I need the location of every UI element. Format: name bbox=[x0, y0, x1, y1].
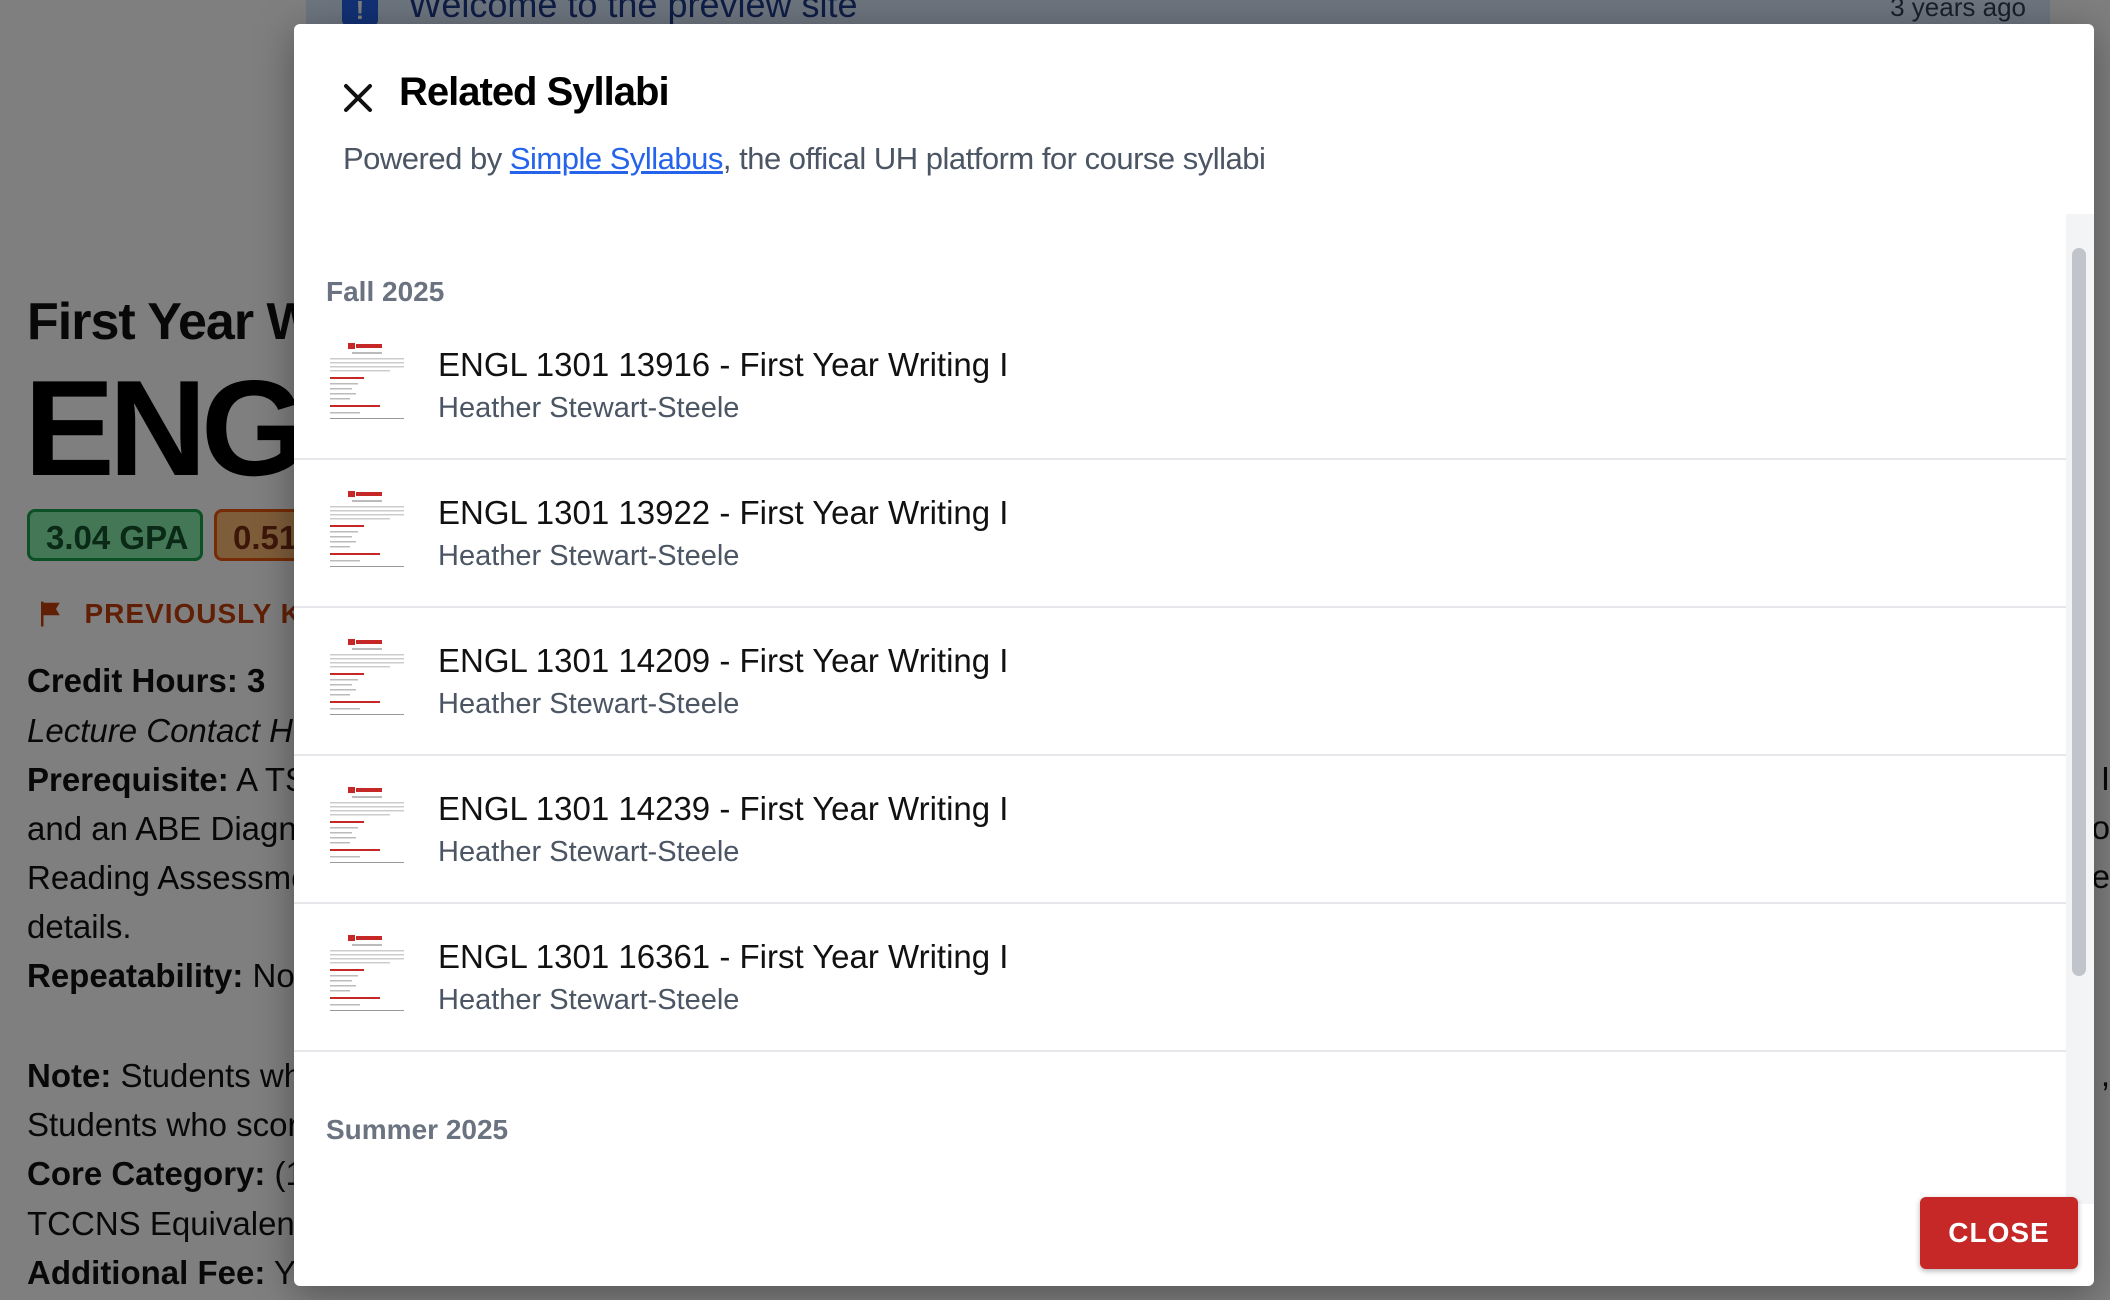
term-heading: Summer 2025 bbox=[326, 1114, 509, 1145]
syllabus-thumbnail-icon bbox=[326, 488, 408, 574]
syllabus-title: ENGL 1301 14239 - First Year Writing I bbox=[438, 790, 1009, 827]
syllabus-author: Heather Stewart-Steele bbox=[438, 984, 740, 1016]
syllabus-title: ENGL 1301 13922 - First Year Writing I bbox=[438, 494, 1009, 531]
syllabus-author: Heather Stewart-Steele bbox=[438, 836, 740, 868]
syllabus-title: ENGL 1301 16361 - First Year Writing I bbox=[438, 938, 1009, 975]
syllabus-item[interactable]: ENGL 1301 16361 - First Year Writing I H… bbox=[294, 904, 2066, 1052]
syllabus-item[interactable]: ENGL 1301 14239 - First Year Writing I H… bbox=[294, 756, 2066, 904]
syllabus-thumbnail-icon bbox=[326, 636, 408, 722]
close-icon[interactable] bbox=[338, 78, 378, 118]
syllabus-thumbnail-icon bbox=[326, 932, 408, 1018]
related-syllabi-dialog: Related Syllabi Powered by Simple Syllab… bbox=[294, 24, 2094, 1286]
syllabus-item[interactable]: ENGL 1301 13916 - First Year Writing I H… bbox=[294, 312, 2066, 460]
simple-syllabus-link[interactable]: Simple Syllabus bbox=[510, 141, 724, 176]
syllabus-title: ENGL 1301 13916 - First Year Writing I bbox=[438, 346, 1009, 383]
scrollbar-thumb[interactable] bbox=[2072, 248, 2086, 976]
syllabus-title: ENGL 1301 14209 - First Year Writing I bbox=[438, 642, 1009, 679]
syllabus-author: Heather Stewart-Steele bbox=[438, 688, 740, 720]
syllabus-thumbnail-icon bbox=[326, 784, 408, 870]
syllabus-author: Heather Stewart-Steele bbox=[438, 540, 740, 572]
syllabus-item[interactable]: ENGL 1301 13922 - First Year Writing I H… bbox=[294, 460, 2066, 608]
syllabus-item[interactable]: ENGL 1301 14209 - First Year Writing I H… bbox=[294, 608, 2066, 756]
close-button[interactable]: CLOSE bbox=[1920, 1197, 2078, 1269]
syllabus-author: Heather Stewart-Steele bbox=[438, 392, 740, 424]
dialog-title: Related Syllabi bbox=[399, 70, 670, 114]
syllabi-list[interactable]: Fall 2025 ENGL 1301 13916 - First Year W… bbox=[294, 214, 2066, 1204]
syllabus-thumbnail-icon bbox=[326, 340, 408, 426]
list-scrollbar[interactable] bbox=[2066, 214, 2094, 1204]
dialog-subtitle: Powered by Simple Syllabus, the offical … bbox=[343, 141, 1266, 176]
term-heading: Fall 2025 bbox=[326, 276, 445, 307]
